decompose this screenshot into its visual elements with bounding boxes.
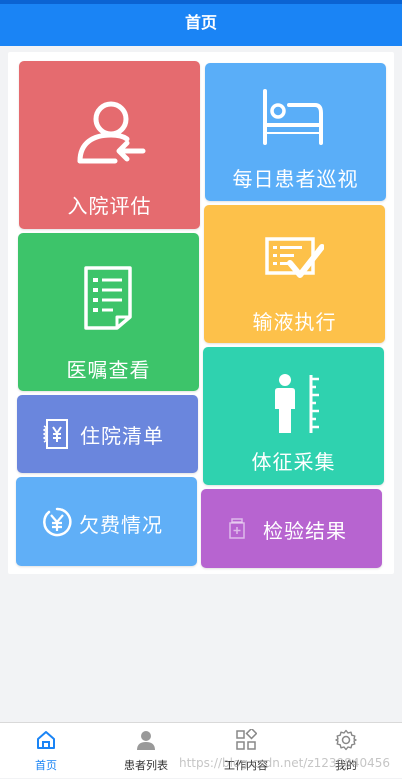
checklist-icon xyxy=(265,237,324,278)
jar-plus-icon xyxy=(229,517,245,539)
tile-label: 住院清单 xyxy=(80,424,164,448)
tab-work-content[interactable]: 工作内容 xyxy=(196,723,296,779)
tile-label: 入院评估 xyxy=(67,194,152,218)
tile-daily-rounds[interactable]: 每日患者巡视 xyxy=(205,63,386,201)
gear-icon xyxy=(335,729,357,751)
tile-label: 检验结果 xyxy=(263,519,347,543)
tile-label: 医嘱查看 xyxy=(66,358,151,382)
yen-circle-icon xyxy=(43,507,72,536)
tab-label: 患者列表 xyxy=(124,759,168,772)
tile-label: 输液执行 xyxy=(252,310,337,334)
tile-medical-orders[interactable]: 医嘱查看 xyxy=(18,233,199,391)
document-list-icon xyxy=(84,266,132,330)
receipt-yen-icon xyxy=(43,419,68,449)
tile-admission-assessment[interactable]: 入院评估 xyxy=(19,61,200,229)
grid-icon xyxy=(236,729,257,750)
tile-vital-signs[interactable]: 体征采集 xyxy=(203,347,384,485)
tile-infusion-execution[interactable]: 输液执行 xyxy=(204,205,385,343)
user-arrow-icon xyxy=(77,101,146,164)
bottom-tab-bar: 首页 患者列表 工作内容 我的 https://blog.csdn.net/z1… xyxy=(0,722,402,778)
page-header: 首页 xyxy=(0,0,402,46)
bed-icon xyxy=(263,89,323,145)
tile-arrears[interactable]: 欠费情况 xyxy=(16,477,197,566)
tab-home[interactable]: 首页 xyxy=(0,723,96,779)
tab-label: 首页 xyxy=(35,759,57,772)
tile-label: 欠费情况 xyxy=(79,513,163,537)
person-icon xyxy=(137,731,155,750)
page-title: 首页 xyxy=(184,13,217,32)
body-measure-icon xyxy=(275,374,319,433)
tab-label: 工作内容 xyxy=(224,759,268,772)
tile-lab-results[interactable]: 检验结果 xyxy=(201,489,382,568)
menu-panel: 入院评估 每日患者巡视 医嘱查看 输液执行 住院清单 体征采集 欠费情况 检验结… xyxy=(8,52,394,574)
home-icon xyxy=(37,731,55,749)
tile-label: 体征采集 xyxy=(251,450,336,474)
tab-label: 我的 xyxy=(335,759,357,772)
tab-patient-list[interactable]: 患者列表 xyxy=(96,723,196,779)
tile-label: 每日患者巡视 xyxy=(232,167,359,191)
tab-mine[interactable]: 我的 xyxy=(296,723,396,779)
tile-hospital-bill[interactable]: 住院清单 xyxy=(17,395,198,473)
